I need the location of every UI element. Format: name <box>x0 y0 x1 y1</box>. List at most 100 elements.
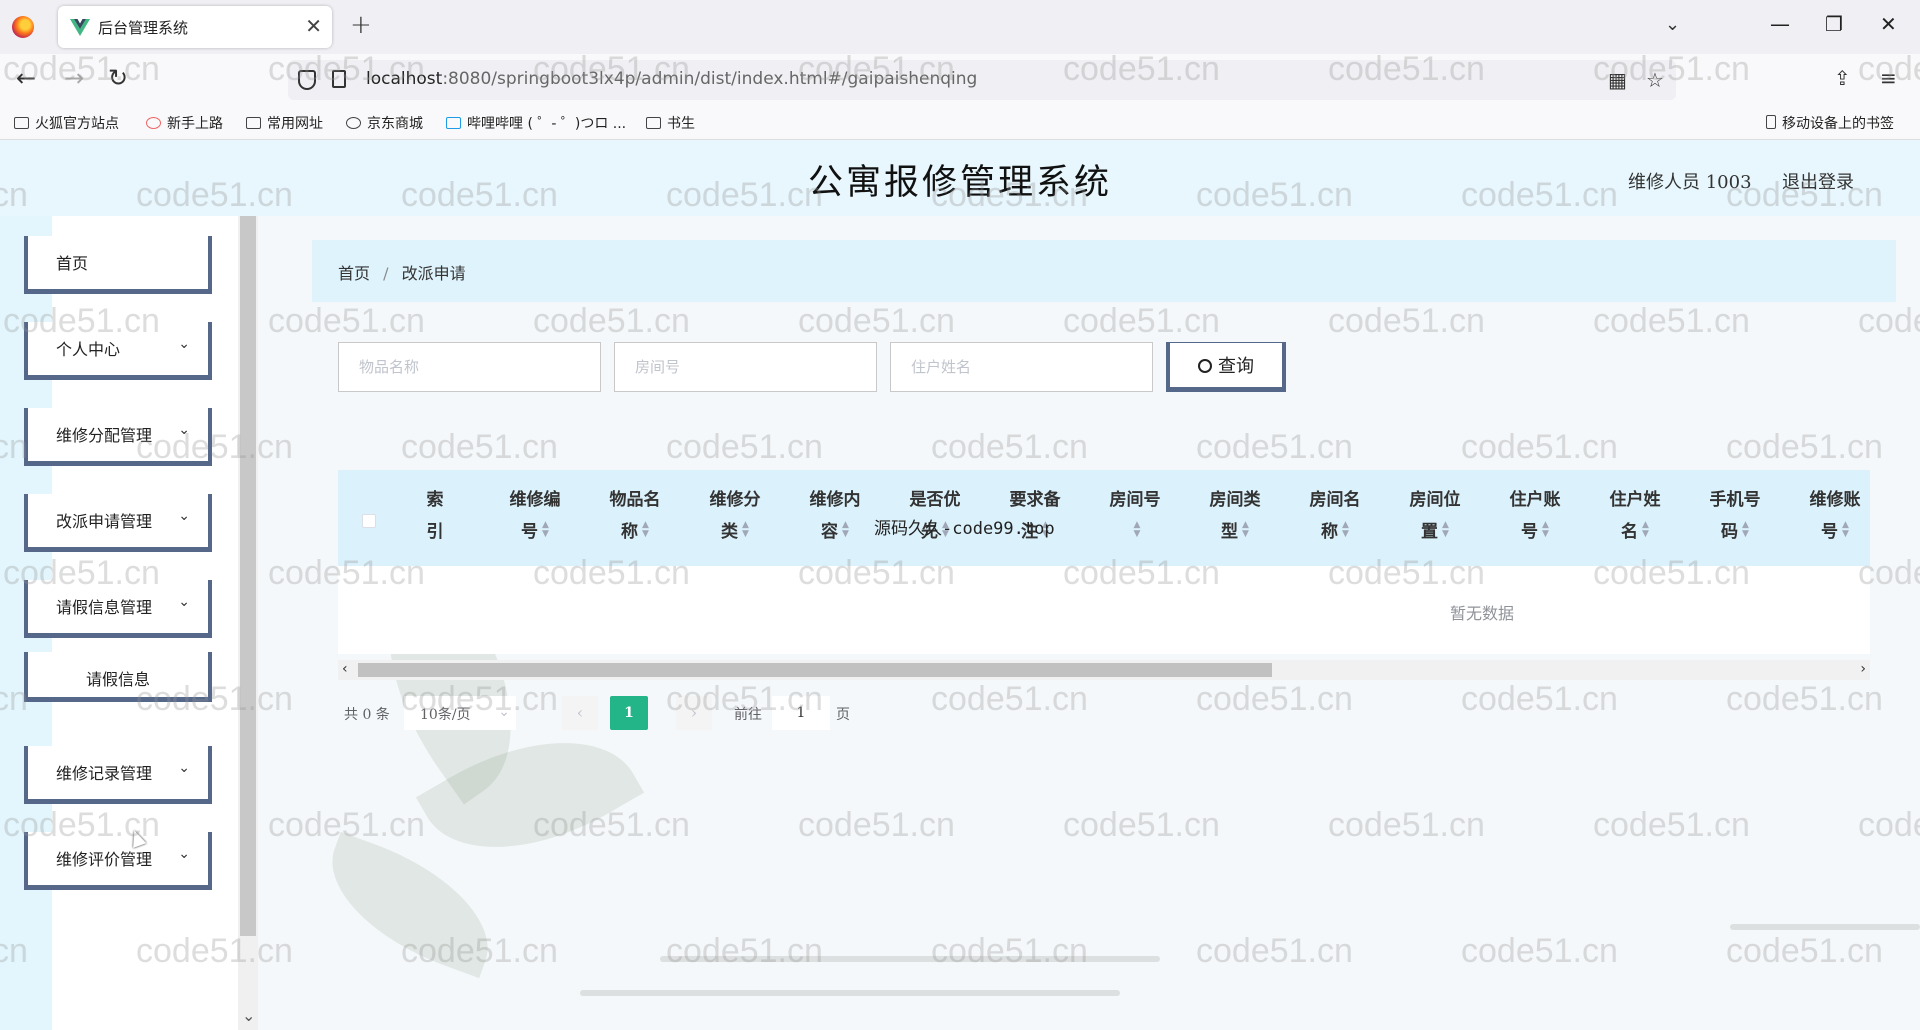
column-header-text: 号 <box>1821 522 1839 542</box>
sidebar-scroll-thumb[interactable] <box>240 216 256 936</box>
shield-icon[interactable] <box>298 70 316 90</box>
table-column-header[interactable]: 手机号码 ▲ ▼ <box>1696 484 1774 548</box>
table-column-header[interactable]: 维修分类 ▲ ▼ <box>696 484 774 548</box>
table-horizontal-scrollbar[interactable]: ‹ › <box>338 660 1870 680</box>
sort-caret-icon[interactable]: ▲ ▼ <box>1342 521 1349 539</box>
next-page-button[interactable]: › <box>676 696 712 730</box>
table-header: 索引维修编号 ▲ ▼ 物品名称 ▲ ▼ 维修分类 ▲ ▼ 维修内容 ▲ ▼ 是否优先 ▲ ▼ 要求备注 ▲ ▼ 房间… <box>338 470 1870 566</box>
sort-caret-icon[interactable]: ▲ ▼ <box>742 521 749 539</box>
firefox-icon[interactable] <box>12 16 34 38</box>
bookmark-star-icon[interactable]: ☆ <box>1646 68 1664 92</box>
page-number-active[interactable]: 1 <box>610 696 648 730</box>
column-header-line: 容 ▲ ▼ <box>796 516 874 548</box>
column-header-text: 名 <box>1621 522 1639 542</box>
sidebar-item-home[interactable]: 首页 <box>24 236 212 294</box>
table-column-header[interactable]: 房间位置 ▲ ▼ <box>1396 484 1474 548</box>
breadcrumb-current: 改派申请 <box>401 264 466 283</box>
tab-close-icon[interactable]: ✕ <box>305 14 322 38</box>
table-scroll-thumb[interactable] <box>358 663 1272 677</box>
sidebar-item-repair-assignment[interactable]: 维修分配管理 ⌄ <box>24 408 212 466</box>
breadcrumb-home[interactable]: 首页 <box>338 264 370 283</box>
new-tab-icon[interactable]: + <box>350 10 372 40</box>
item-name-input[interactable] <box>338 342 601 392</box>
table-column-header[interactable]: 房间名称 ▲ ▼ <box>1296 484 1374 548</box>
resident-name-input[interactable] <box>890 342 1153 392</box>
page-info-icon[interactable] <box>332 70 346 88</box>
sidebar-item-label: 改派申请管理 <box>56 512 153 531</box>
qr-code-icon[interactable]: ▦ <box>1608 68 1627 92</box>
table-column-header[interactable]: 房间号 ▲ ▼ <box>1096 484 1174 548</box>
sort-caret-icon[interactable]: ▲ ▼ <box>1542 521 1549 539</box>
page-size-value: 10条/页 <box>420 707 471 723</box>
mobile-bookmarks[interactable]: 移动设备上的书签 <box>1766 113 1894 133</box>
page-size-select[interactable]: 10条/页 ⌄ <box>404 696 516 730</box>
sort-caret-icon[interactable]: ▲ ▼ <box>1442 521 1449 539</box>
sidebar-subitem-leave-info[interactable]: 请假信息 <box>24 652 212 702</box>
sidebar-item-personal-center[interactable]: 个人中心 ⌄ <box>24 322 212 380</box>
room-number-input[interactable] <box>614 342 877 392</box>
sort-caret-icon[interactable]: ▲ ▼ <box>1842 521 1849 539</box>
bookmark-item[interactable]: 哔哩哔哩 ( ゜- ゜)つロ ... <box>446 113 626 133</box>
sidebar-item-leave-management[interactable]: 请假信息管理 ⌄ <box>24 580 212 638</box>
url-bar[interactable]: localhost:8080/springboot3lx4p/admin/dis… <box>288 60 1676 100</box>
url-text[interactable]: localhost:8080/springboot3lx4p/admin/dis… <box>366 69 977 89</box>
column-header-line: 物品名 <box>609 490 661 510</box>
restore-icon[interactable]: ❐ <box>1825 12 1843 36</box>
column-header-text: 码 <box>1721 522 1739 542</box>
close-window-icon[interactable]: ✕ <box>1880 12 1897 36</box>
table-column-header[interactable]: 维修编号 ▲ ▼ <box>496 484 574 548</box>
scroll-down-icon[interactable]: ⌄ <box>242 1006 255 1025</box>
sidebar-item-label: 个人中心 <box>56 340 121 359</box>
sidebar-item-reassign-requests[interactable]: 改派申请管理 ⌄ <box>24 494 212 552</box>
extensions-icon[interactable]: ⇪ <box>1834 68 1851 88</box>
menu-icon[interactable]: ≡ <box>1880 68 1897 88</box>
prev-page-button[interactable]: ‹ <box>562 696 598 730</box>
column-header-line: 要求备 <box>1009 490 1061 510</box>
sidebar-item-repair-records[interactable]: 维修记录管理 ⌄ <box>24 746 212 804</box>
goto-page-input[interactable]: 1 <box>772 696 830 730</box>
browser-tab[interactable]: 后台管理系统 ✕ <box>58 6 332 48</box>
reload-icon[interactable]: ↻ <box>108 66 128 90</box>
sort-caret-icon[interactable]: ▲ ▼ <box>1642 521 1649 539</box>
sort-caret-icon[interactable]: ▲ ▼ <box>1742 521 1749 539</box>
column-header-line: 住户姓 <box>1609 490 1661 510</box>
bookmark-item[interactable]: 京东商城 <box>346 113 423 133</box>
sidebar-scrollbar[interactable]: ⌄ <box>238 216 258 1030</box>
column-header-line: 号 ▲ ▼ <box>1796 516 1870 548</box>
column-header-text: 型 <box>1221 522 1239 542</box>
column-header-line: 置 ▲ ▼ <box>1396 516 1474 548</box>
bookmark-item[interactable]: 书生 <box>646 113 695 133</box>
table-column-header[interactable]: 维修账号 ▲ ▼ <box>1796 484 1870 548</box>
bookmark-item[interactable]: 新手上路 <box>146 113 223 133</box>
breadcrumb: 首页 / 改派申请 <box>312 240 1896 302</box>
table-column-header: 索引 <box>396 484 474 548</box>
scroll-right-icon[interactable]: › <box>1860 661 1866 677</box>
table-column-header[interactable]: 维修内容 ▲ ▼ <box>796 484 874 548</box>
select-all-checkbox[interactable] <box>362 514 376 528</box>
table-column-header[interactable]: 房间类型 ▲ ▼ <box>1196 484 1274 548</box>
globe-icon <box>346 117 361 129</box>
sort-caret-icon[interactable]: ▲ ▼ <box>1134 521 1141 539</box>
mobile-icon <box>1766 115 1776 129</box>
sort-caret-icon[interactable]: ▲ ▼ <box>542 521 549 539</box>
bookmark-item[interactable]: 火狐官方站点 <box>14 113 119 133</box>
table-column-header[interactable]: 物品名称 ▲ ▼ <box>596 484 674 548</box>
back-icon[interactable]: ← <box>16 66 36 90</box>
vue-icon <box>70 19 90 36</box>
scroll-left-icon[interactable]: ‹ <box>342 661 348 677</box>
query-button[interactable]: 查询 <box>1166 342 1286 392</box>
logout-link[interactable]: 退出登录 <box>1782 168 1854 194</box>
bookmark-item[interactable]: 常用网址 <box>246 113 323 133</box>
table-column-header[interactable]: 住户账号 ▲ ▼ <box>1496 484 1574 548</box>
minimize-icon[interactable]: — <box>1770 12 1790 36</box>
sidebar-item-repair-reviews[interactable]: 维修评价管理 ⌄ <box>24 832 212 890</box>
sort-caret-icon[interactable]: ▲ ▼ <box>1242 521 1249 539</box>
tab-list-chevron-icon[interactable]: ⌄ <box>1665 14 1680 35</box>
column-header-line: 号 ▲ ▼ <box>1496 516 1574 548</box>
main-content: 首页 / 改派申请 查询 索引维修编号▲▼物品名称▲▼维修分类▲▼维修内容▲▼是… <box>288 216 1920 1030</box>
forward-icon[interactable]: → <box>64 66 84 90</box>
sort-caret-icon[interactable]: ▲ ▼ <box>842 521 849 539</box>
table-column-header[interactable]: 住户姓名 ▲ ▼ <box>1596 484 1674 548</box>
sort-caret-icon[interactable]: ▲ ▼ <box>642 521 649 539</box>
column-header-line: 手机号 <box>1709 490 1761 510</box>
